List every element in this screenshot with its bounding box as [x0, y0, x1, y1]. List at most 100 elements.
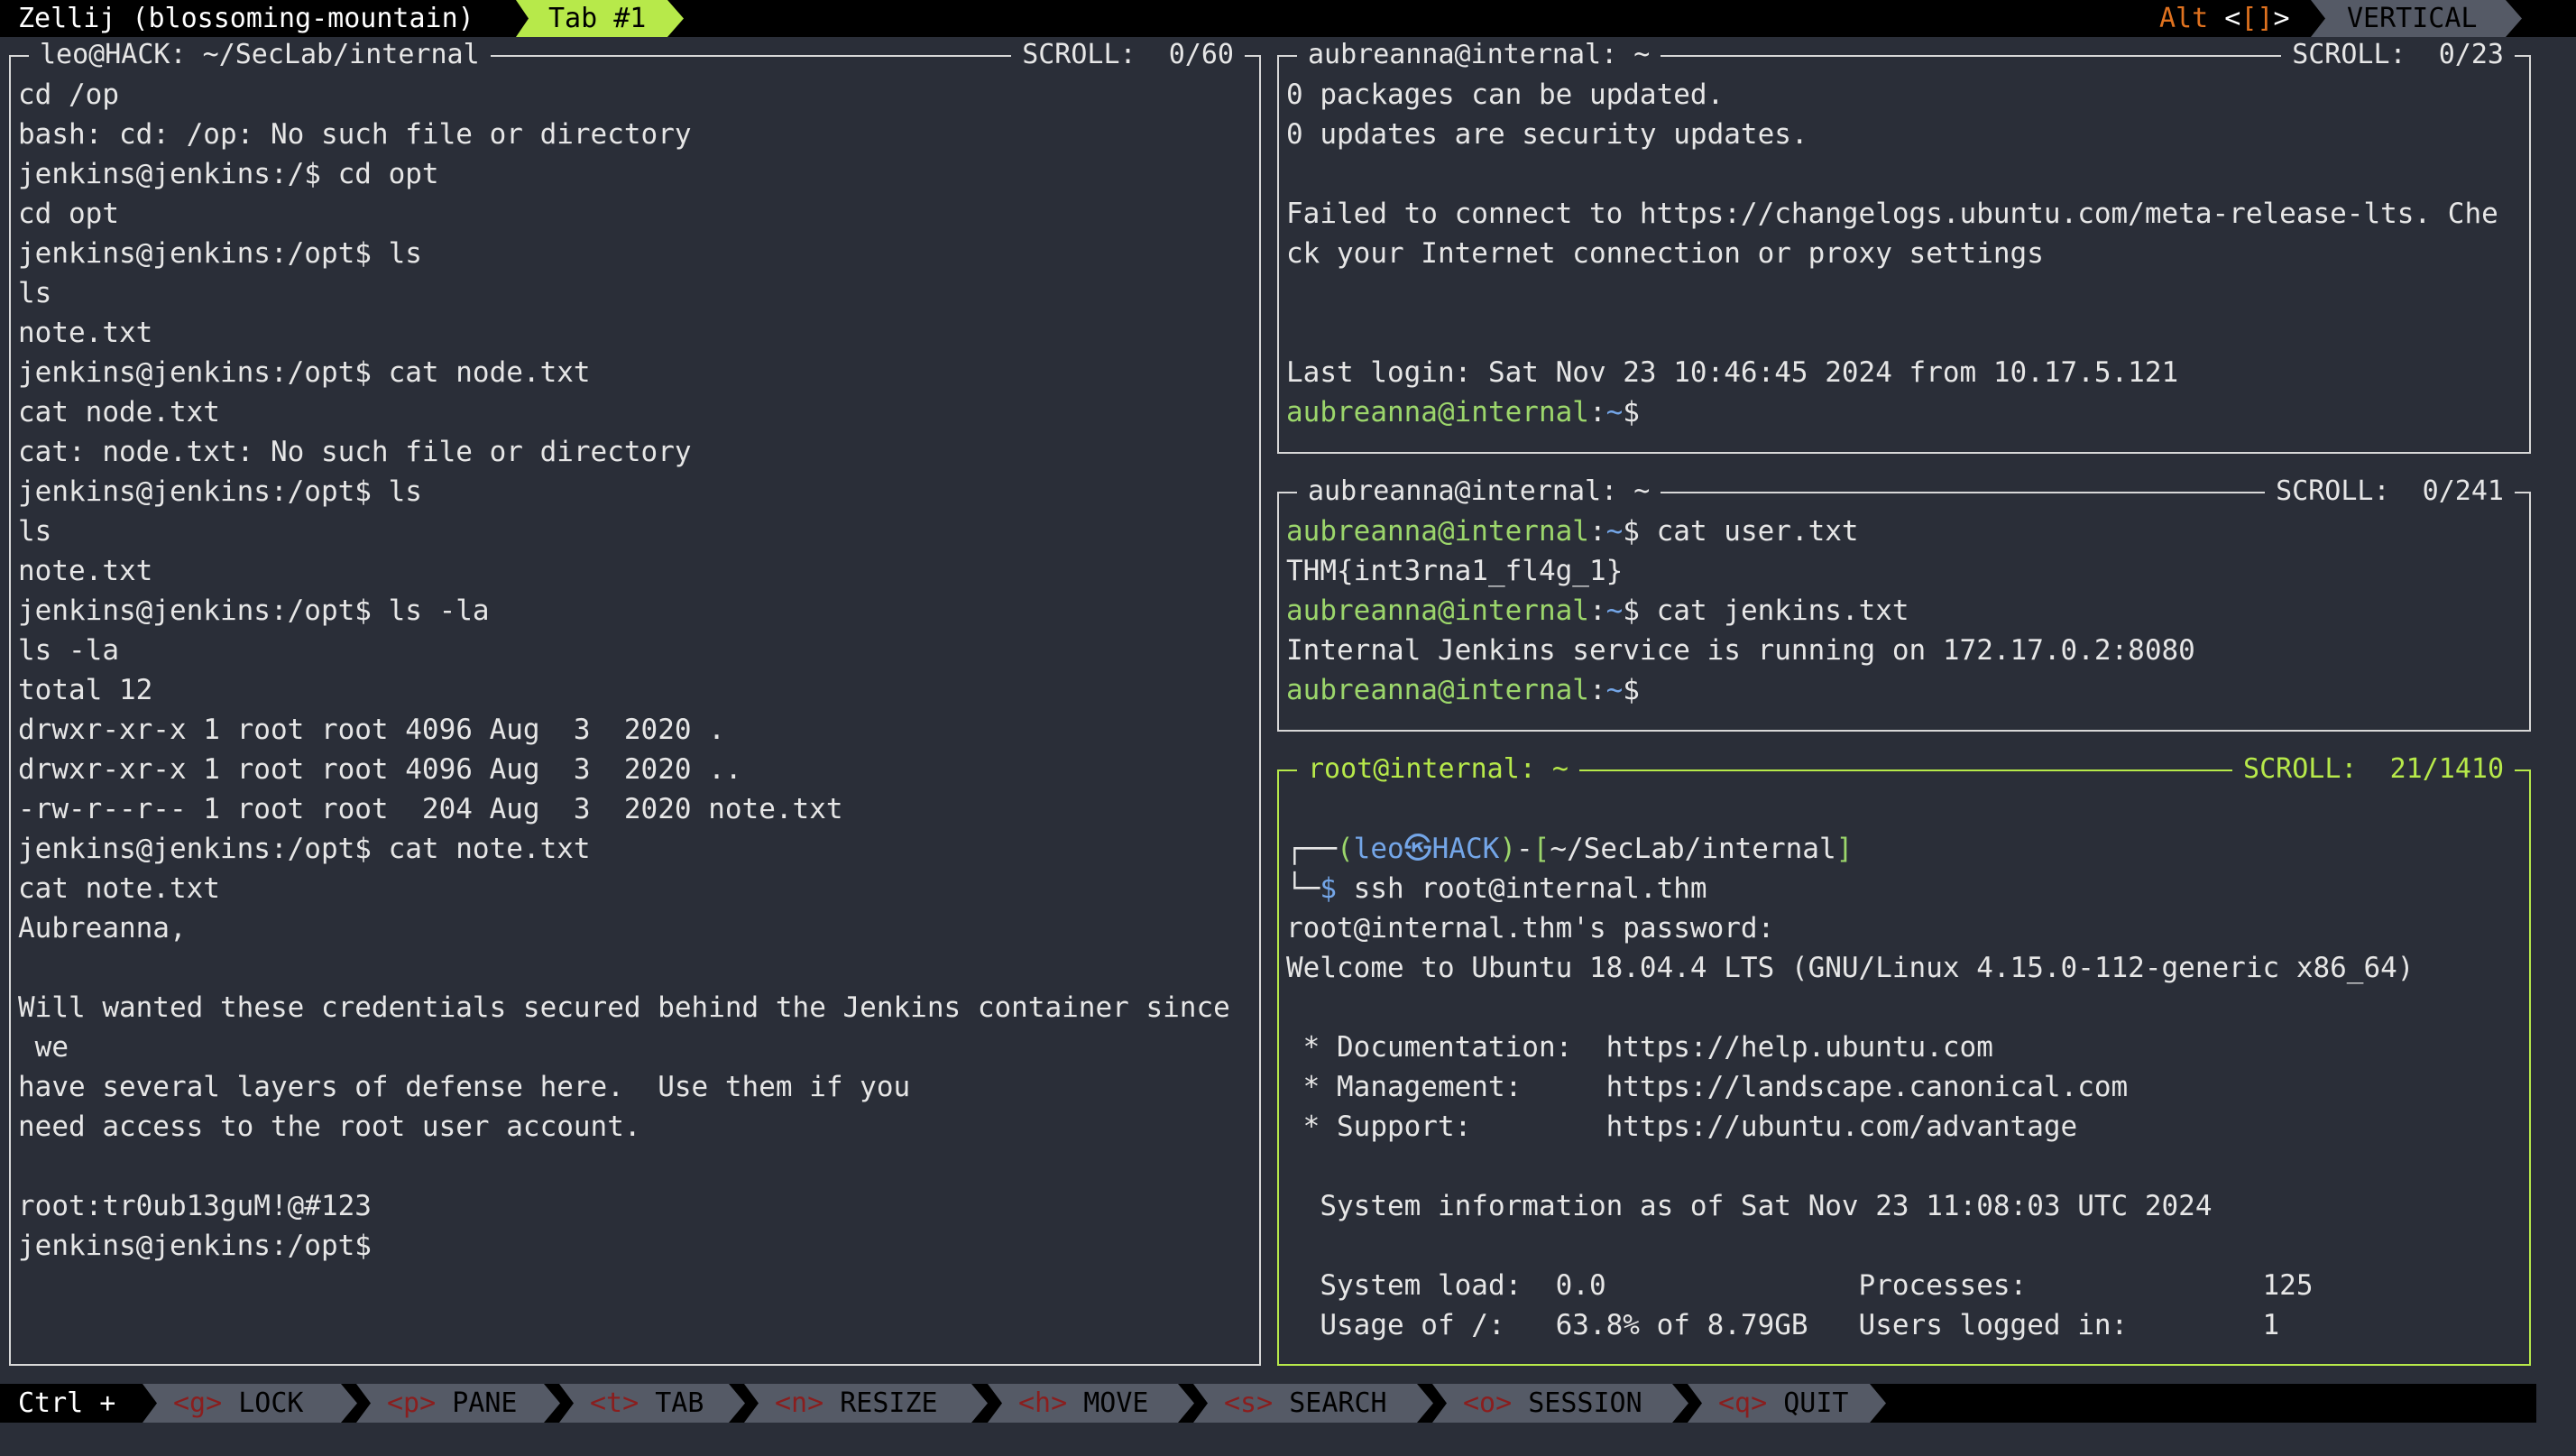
terminal-output: 0 packages can be updated. 0 updates are … [1286, 75, 2524, 452]
terminal-line: 0 updates are security updates. [1286, 118, 1808, 151]
scroll-indicator: SCROLL: 0/23 [2281, 37, 2515, 73]
terminal-line: * Management: https://landscape.canonica… [1286, 1071, 2129, 1103]
scroll-indicator: SCROLL: 0/241 [2265, 474, 2515, 510]
terminal-output: aubreanna@internal:~$ cat user.txt THM{i… [1286, 511, 2524, 730]
pane-title: leo@HACK: ~/SecLab/internal [29, 37, 491, 73]
alt-gt: > [2273, 3, 2290, 34]
terminal-line: cd /op [18, 78, 119, 111]
terminal-pane-bottom-right[interactable]: root@internal: ~ SCROLL: 21/1410 ┌──(leo… [1277, 751, 2531, 1366]
alt-mode-indicator: Alt <[]> [2159, 0, 2290, 37]
output-line: THM{int3rna1_fl4g_1} [1286, 555, 1624, 587]
terminal-output: ┌──(leo㉿HACK)-[~/SecLab/internal] └─$ ss… [1286, 789, 2524, 1364]
keybinding-label: <g> LOCK [173, 1384, 304, 1423]
terminal-line: have several layers of defense here. Use… [18, 1071, 911, 1103]
keybinding-label: <t> TAB [590, 1384, 704, 1423]
alt-lt: < [2224, 3, 2241, 34]
kali-prompt-bottom: └─$ ssh root@internal.thm [1286, 872, 1707, 905]
hotkey: <n> [775, 1387, 824, 1419]
hotkey-action: MOVE [1067, 1387, 1149, 1419]
session-title: Zellij (blossoming-mountain) [18, 3, 474, 34]
terminal-line: jenkins@jenkins:/opt$ ls -la [18, 594, 490, 627]
terminal-line: root:tr0ub13guM!@#123 [18, 1190, 372, 1222]
terminal-line: cat: node.txt: No such file or directory [18, 436, 692, 468]
terminal-line: jenkins@jenkins:/opt$ cat node.txt [18, 356, 591, 389]
terminal-line: Aubreanna, [18, 912, 187, 945]
terminal-line: jenkins@jenkins:/opt$ ls [18, 237, 422, 270]
hotkey-action: TAB [639, 1387, 704, 1419]
terminal-line: cd opt [18, 198, 119, 230]
scroll-indicator: SCROLL: 0/60 [1011, 37, 1245, 73]
terminal-line: note.txt [18, 555, 153, 587]
terminal-line: need access to the root user account. [18, 1110, 641, 1143]
tab-1-label: Tab #1 [548, 3, 647, 34]
terminal-line: ls [18, 277, 52, 309]
keybinding-label: <s> SEARCH [1224, 1384, 1387, 1423]
command-line: aubreanna@internal:~$ cat user.txt [1286, 515, 1859, 548]
terminal-line: jenkins@jenkins:/$ cd opt [18, 158, 439, 190]
shell-prompt: aubreanna@internal:~$ [1286, 674, 1640, 706]
shell-prompt: aubreanna@internal:~$ [1286, 396, 1640, 429]
terminal-line: ls -la [18, 634, 119, 667]
keybinding-pane: <p> PANE [356, 1384, 560, 1423]
hotkey: <s> [1224, 1387, 1274, 1419]
terminal-line: * Support: https://ubuntu.com/advantage [1286, 1110, 2078, 1143]
terminal-line: jenkins@jenkins:/opt$ cat note.txt [18, 833, 591, 865]
terminal-pane-top-right[interactable]: aubreanna@internal: ~ SCROLL: 0/23 0 pac… [1277, 37, 2531, 454]
terminal-line: drwxr-xr-x 1 root root 4096 Aug 3 2020 .… [18, 753, 742, 786]
keybinding-quit: <q> QUIT [1688, 1384, 1886, 1423]
terminal-line: * Documentation: https://help.ubuntu.com [1286, 1031, 1993, 1064]
keybinding-search: <s> SEARCH [1193, 1384, 1433, 1423]
ctrl-label: Ctrl + [18, 1387, 116, 1419]
terminal-line: cat note.txt [18, 872, 220, 905]
hotkey: <g> [173, 1387, 223, 1419]
keybinding-resize: <n> RESIZE [744, 1384, 988, 1423]
terminal-line: root@internal.thm's password: [1286, 912, 1775, 945]
hotkey-action: SESSION [1512, 1387, 1642, 1419]
output-line: Internal Jenkins service is running on 1… [1286, 634, 2195, 667]
terminal-line: Failed to connect to https://changelogs.… [1286, 198, 2498, 230]
terminal-line: jenkins@jenkins:/opt$ [18, 1230, 372, 1262]
terminal-line: System information as of Sat Nov 23 11:0… [1286, 1190, 2213, 1222]
terminal-line: System load: 0.0 Processes: 125 [1286, 1269, 2314, 1302]
hotkey: <t> [590, 1387, 639, 1419]
tab-1[interactable]: Tab #1 [516, 0, 684, 37]
terminal-line: Last login: Sat Nov 23 10:46:45 2024 fro… [1286, 356, 2179, 389]
hotkey-action: PANE [436, 1387, 518, 1419]
terminal-line: -rw-r--r-- 1 root root 204 Aug 3 2020 no… [18, 793, 843, 825]
terminal-pane-left[interactable]: leo@HACK: ~/SecLab/internal SCROLL: 0/60… [9, 37, 1261, 1366]
hotkey-action: LOCK [222, 1387, 304, 1419]
status-bar-top: Zellij (blossoming-mountain) Tab #1 Alt … [0, 0, 2576, 37]
terminal-line: 0 packages can be updated. [1286, 78, 1725, 111]
keybinding-tab: <t> TAB [559, 1384, 745, 1423]
hotkey-action: SEARCH [1273, 1387, 1387, 1419]
keybinding-label: <o> SESSION [1463, 1384, 1642, 1423]
pane-title: aubreanna@internal: ~ [1297, 474, 1661, 510]
terminal-output: cd /op bash: cd: /op: No such file or dir… [18, 75, 1254, 1364]
hotkey: <q> [1718, 1387, 1768, 1419]
keybinding-label: <p> PANE [387, 1384, 518, 1423]
hotkey: <h> [1018, 1387, 1068, 1419]
keybinding-session: <o> SESSION [1432, 1384, 1688, 1423]
layout-label: VERTICAL [2347, 3, 2478, 34]
kali-prompt-top: ┌──(leo㉿HACK)-[~/SecLab/internal] [1286, 833, 1854, 865]
hotkey-action: RESIZE [823, 1387, 938, 1419]
terminal-pane-middle-right[interactable]: aubreanna@internal: ~ SCROLL: 0/241 aubr… [1277, 474, 2531, 732]
scroll-indicator: SCROLL: 21/1410 [2232, 751, 2515, 788]
terminal-line: note.txt [18, 317, 153, 349]
terminal-line: cat node.txt [18, 396, 220, 429]
terminal-line: total 12 [18, 674, 153, 706]
alt-brackets: [] [2240, 3, 2274, 34]
keybinding-move: <h> MOVE [988, 1384, 1194, 1423]
terminal-line: Welcome to Ubuntu 18.04.4 LTS (GNU/Linux… [1286, 952, 2415, 984]
terminal-line: jenkins@jenkins:/opt$ ls [18, 475, 422, 508]
layout-indicator: VERTICAL [2311, 0, 2522, 37]
hotkey-action: QUIT [1767, 1387, 1849, 1419]
terminal-line: Usage of /: 63.8% of 8.79GB Users logged… [1286, 1309, 2280, 1341]
